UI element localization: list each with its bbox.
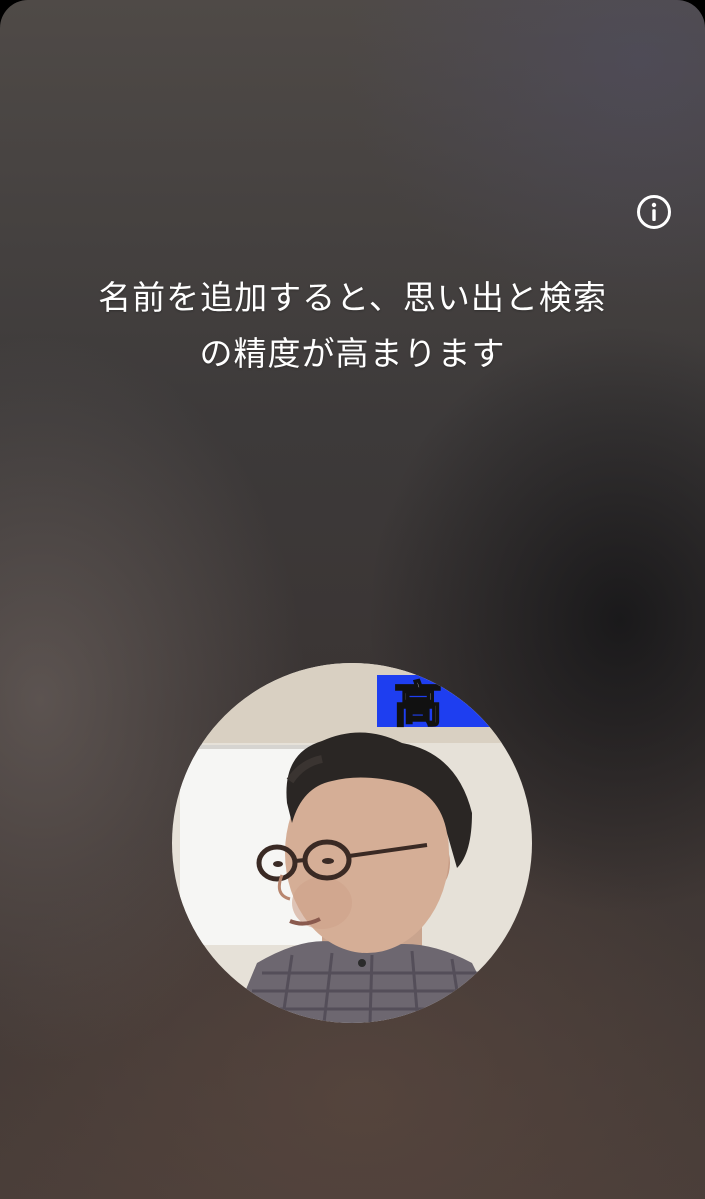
message-line-1: 名前を追加すると、思い出と検索 bbox=[98, 278, 607, 317]
add-name-message: 名前を追加すると、思い出と検索 の精度が高まります bbox=[40, 270, 665, 382]
info-button[interactable] bbox=[636, 194, 672, 230]
face-photo: 高 bbox=[172, 663, 532, 1023]
face-avatar[interactable]: 高 bbox=[172, 663, 532, 1023]
info-icon bbox=[637, 195, 671, 229]
message-line-2: の精度が高まります bbox=[199, 334, 506, 373]
sign-text: 高 bbox=[394, 677, 442, 733]
face-naming-sheet: 名前を追加すると、思い出と検索 の精度が高まります 高 bbox=[0, 0, 705, 1199]
